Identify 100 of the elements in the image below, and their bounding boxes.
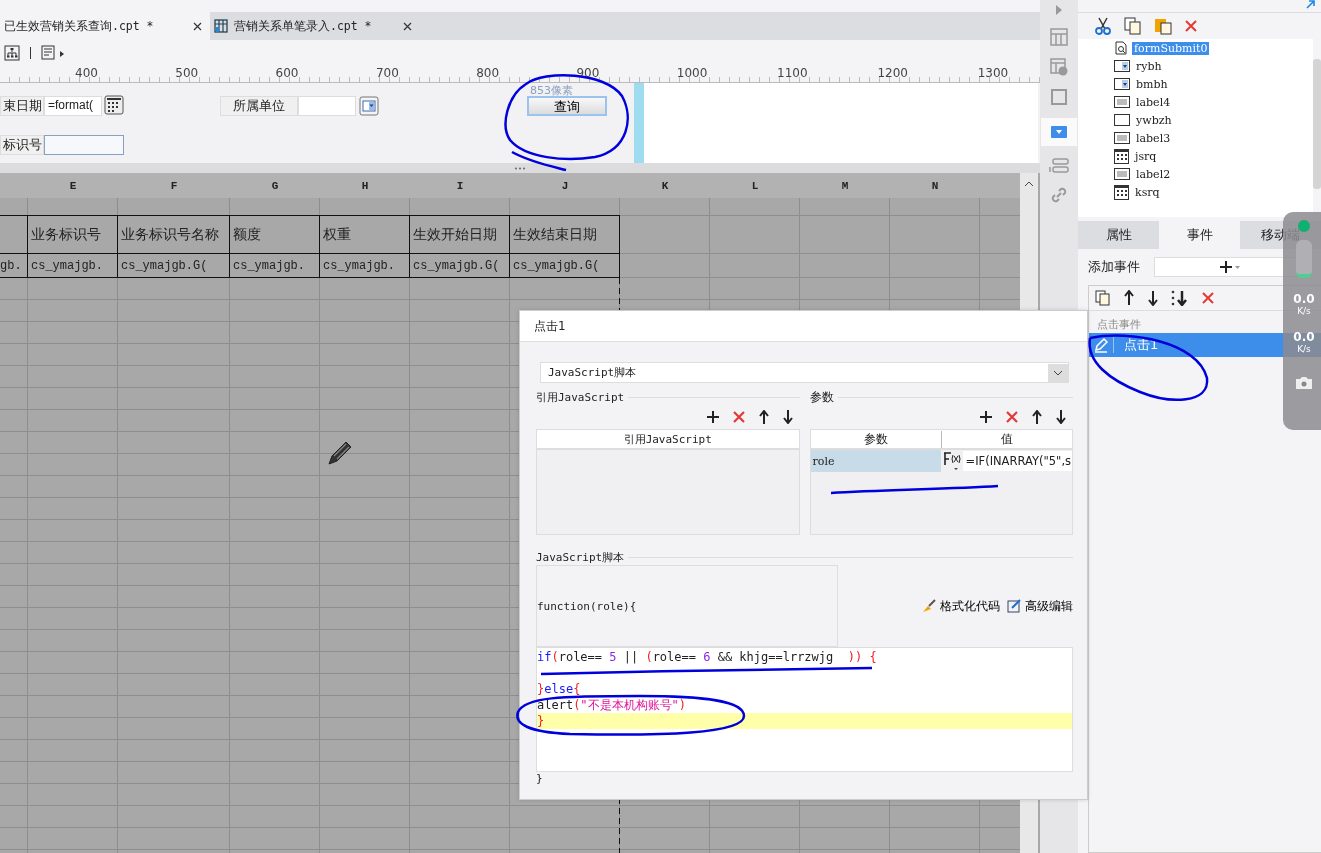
edit-list-icon[interactable] [41, 45, 65, 61]
ruler-label: 800 [476, 66, 501, 82]
move-bottom-icon[interactable] [1171, 290, 1189, 306]
calendar-icon[interactable] [104, 95, 124, 115]
tree-item[interactable]: label3 [1134, 131, 1173, 145]
code-line: alert("不是本机构账号") [537, 697, 687, 713]
tree-item[interactable]: ywbzh [1134, 113, 1174, 127]
date-field[interactable]: =format( [44, 96, 102, 116]
section-title: JavaScript脚本 [536, 549, 625, 565]
add-icon[interactable] [705, 410, 720, 424]
code-editor[interactable]: if(role== 5 || (role== 6 && khjg==lrrzwjg )) { }else{ alert("不是本机构账号") } [536, 647, 1073, 772]
close-icon[interactable] [403, 21, 412, 31]
query-button[interactable]: 查询 [527, 96, 607, 116]
arrow-down-icon[interactable] [1147, 290, 1159, 306]
scrollbar-thumb[interactable] [1313, 59, 1321, 189]
pin-icon[interactable] [1306, 0, 1315, 9]
delete-icon[interactable] [1201, 291, 1215, 305]
column-header: 引用JavaScript [622, 431, 713, 447]
ruler-label: 600 [275, 66, 300, 82]
arrow-down-icon[interactable] [1055, 410, 1067, 424]
label-icon [1114, 168, 1130, 180]
ruler-label: 500 [175, 66, 200, 82]
field-label: 束日期 [0, 96, 44, 116]
delete-icon[interactable] [1184, 19, 1198, 33]
arrow-down-icon[interactable] [781, 410, 794, 424]
dropdown-icon[interactable] [359, 96, 379, 116]
param-name-cell[interactable]: role [810, 450, 941, 472]
format-code-button[interactable]: 格式化代码 [921, 597, 1000, 615]
ruler-label: 700 [375, 66, 400, 82]
ruler-label: 1100 [777, 66, 809, 82]
panel-tab[interactable]: 属性 [1078, 221, 1159, 249]
param-value-field[interactable]: =IF(INARRAY("5",s [962, 451, 1072, 471]
section-title: 引用JavaScript [536, 389, 625, 405]
id-field[interactable] [44, 135, 124, 155]
table-cell: 权重 [323, 226, 351, 244]
size-hint: 853像素 [530, 83, 573, 98]
document-tab[interactable]: 已生效营销关系查询.cpt * [0, 12, 210, 40]
column-header[interactable]: L [751, 179, 759, 192]
label-icon [1114, 132, 1130, 144]
calendar-icon [1114, 148, 1129, 164]
label-icon [1114, 96, 1130, 108]
add-icon[interactable] [979, 410, 993, 424]
dropdown-icon[interactable] [1051, 126, 1067, 138]
tree-item[interactable]: bmbh [1134, 77, 1170, 91]
close-icon[interactable] [193, 21, 202, 31]
combo-box-icon [1114, 60, 1130, 72]
ruler-label: 900 [576, 66, 601, 82]
tree-item[interactable]: rybh [1134, 59, 1164, 73]
column-header[interactable]: N [931, 179, 939, 192]
code-line: if(role== 5 || (role== 6 && khjg==lrrzwjg )) { [537, 649, 877, 665]
speed-unit: K/s [1297, 306, 1311, 316]
scissors-icon[interactable] [1094, 17, 1112, 35]
drag-handle-icon[interactable] [514, 166, 526, 170]
code-text: function(role){ [537, 599, 637, 613]
column-header[interactable]: E [69, 179, 77, 192]
field-label: 所属单位 [220, 96, 298, 116]
plus-icon [1219, 260, 1241, 274]
grid-icon [214, 19, 228, 33]
tree-item[interactable]: label2 [1134, 167, 1173, 181]
arrow-up-icon[interactable] [1123, 290, 1135, 306]
dialog-title: 点击1 [520, 311, 1087, 342]
camera-icon[interactable] [1295, 376, 1313, 390]
table-cell: cs_ymajgb. [323, 259, 395, 273]
advanced-edit-button[interactable]: 高级编辑 [1006, 597, 1073, 615]
table-cell: cs_ymajgb. [31, 259, 103, 273]
column-header[interactable]: I [456, 179, 464, 192]
tree-item[interactable]: label4 [1134, 95, 1173, 109]
add-event-label: 添加事件 [1088, 258, 1140, 276]
toggle-track[interactable] [1296, 240, 1312, 278]
delete-icon[interactable] [731, 410, 746, 424]
tree-item[interactable]: ksrq [1133, 185, 1162, 199]
download-speed: 0.0 [1293, 330, 1315, 344]
column-header[interactable]: K [661, 179, 669, 192]
table-cell: cs_ymajgb.G( [513, 259, 600, 273]
unit-field[interactable] [298, 96, 356, 116]
copy-icon[interactable] [1124, 17, 1142, 35]
column-header[interactable]: H [361, 179, 369, 192]
brush-icon [921, 598, 937, 614]
table-cell: 生效结束日期 [513, 226, 597, 244]
column-header[interactable]: J [561, 179, 569, 192]
code-text: } [536, 772, 544, 785]
ruler-label: 400 [75, 66, 99, 82]
arrow-up-icon[interactable] [757, 410, 770, 424]
copy-icon[interactable] [1095, 290, 1111, 306]
code-line: }else{ [537, 681, 581, 697]
hierarchy-icon[interactable] [4, 45, 20, 61]
ruler-label: 1200 [877, 66, 909, 82]
panel-tab[interactable]: 事件 [1159, 221, 1240, 249]
delete-icon[interactable] [1005, 410, 1019, 424]
table-cell: 额度 [233, 226, 261, 244]
table-cell: 生效开始日期 [413, 226, 497, 244]
scroll-up-icon[interactable] [1024, 181, 1034, 187]
column-header[interactable]: G [271, 179, 279, 192]
text-box-icon [1114, 114, 1130, 126]
column-header[interactable]: M [841, 179, 849, 192]
tree-item[interactable]: jsrq [1133, 149, 1159, 163]
script-type-select[interactable]: JavaScript脚本 [540, 362, 1069, 383]
paste-icon[interactable] [1154, 17, 1172, 35]
arrow-up-icon[interactable] [1031, 410, 1043, 424]
column-header[interactable]: F [170, 179, 178, 192]
